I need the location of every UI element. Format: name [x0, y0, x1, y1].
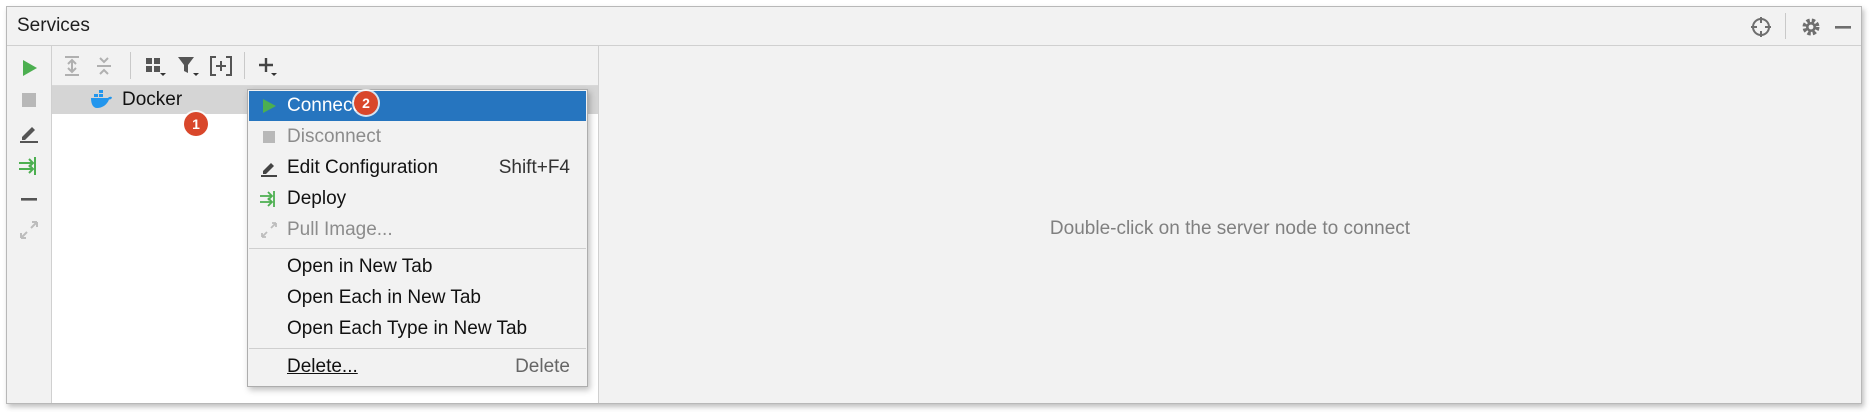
- new-group-icon[interactable]: [208, 53, 234, 79]
- stop-icon: [259, 127, 279, 147]
- pull-image-icon: [259, 220, 279, 240]
- pull-image-icon: [17, 218, 41, 242]
- tree-toolbar: [52, 46, 598, 86]
- divider: [1785, 13, 1786, 39]
- stop-icon[interactable]: [17, 88, 41, 112]
- empty-state-hint: Double-click on the server node to conne…: [1049, 218, 1411, 239]
- menu-item-shortcut: Delete: [515, 356, 570, 377]
- deploy-icon[interactable]: [17, 154, 41, 178]
- edit-icon[interactable]: [17, 121, 41, 145]
- services-tree-panel: Docker 1 Connect 2 Disconnect Edit Confi…: [52, 46, 599, 403]
- add-service-icon[interactable]: [255, 53, 281, 79]
- menu-item-open-each-in-new-tab[interactable]: Open Each in New Tab: [249, 283, 586, 313]
- run-icon: [259, 96, 279, 116]
- left-action-bar: [7, 46, 52, 403]
- collapse-icon[interactable]: [17, 187, 41, 211]
- crosshair-icon[interactable]: [1749, 15, 1773, 39]
- menu-item-label: Edit Configuration: [287, 157, 439, 178]
- tree-node-label: Docker: [122, 89, 183, 110]
- menu-item-label: Open Each in New Tab: [287, 287, 481, 308]
- menu-item-label: Open Each Type in New Tab: [287, 318, 528, 339]
- expand-all-icon[interactable]: [59, 53, 85, 79]
- menu-item-label: Open in New Tab: [287, 256, 433, 277]
- menu-item-label: Pull Image...: [287, 219, 393, 240]
- divider: [130, 52, 131, 79]
- context-menu: Connect 2 Disconnect Edit Configuration …: [247, 89, 588, 387]
- gear-icon[interactable]: [1799, 15, 1823, 39]
- menu-item-label: Deploy: [287, 188, 347, 209]
- edit-icon: [259, 158, 279, 178]
- filter-icon[interactable]: [175, 53, 201, 79]
- menu-item-label: Delete...: [287, 356, 358, 377]
- title-bar: Services: [7, 7, 1861, 46]
- menu-item-connect[interactable]: Connect: [249, 91, 586, 121]
- group-by-icon[interactable]: [142, 53, 168, 79]
- menu-item-edit-configuration[interactable]: Edit Configuration Shift+F4: [249, 153, 586, 183]
- menu-item-open-in-new-tab[interactable]: Open in New Tab: [249, 252, 586, 282]
- menu-separator: [249, 248, 586, 249]
- menu-item-delete[interactable]: Delete... Delete: [249, 352, 586, 382]
- menu-item-label: Disconnect: [287, 126, 381, 147]
- run-icon[interactable]: [17, 56, 41, 80]
- step-badge-2: 2: [354, 91, 378, 115]
- step-badge-1: 1: [184, 112, 208, 136]
- divider: [244, 52, 245, 79]
- menu-item-deploy[interactable]: Deploy: [249, 184, 586, 214]
- menu-item-label: Connect: [287, 95, 358, 116]
- menu-item-open-each-type-in-new-tab[interactable]: Open Each Type in New Tab: [249, 314, 586, 344]
- window-title: Services: [17, 15, 90, 36]
- docker-icon: [90, 90, 112, 110]
- menu-item-shortcut: Shift+F4: [498, 157, 570, 178]
- deploy-icon: [259, 189, 279, 209]
- menu-item-disconnect[interactable]: Disconnect: [249, 122, 586, 152]
- menu-item-pull-image[interactable]: Pull Image...: [249, 215, 586, 245]
- services-tool-window: Services Docker 1 Connect 2 Disconnect E…: [6, 6, 1862, 404]
- minimize-icon[interactable]: [1831, 15, 1855, 39]
- service-detail-panel: Double-click on the server node to conne…: [599, 46, 1861, 403]
- menu-separator: [249, 348, 586, 349]
- collapse-all-icon[interactable]: [91, 53, 117, 79]
